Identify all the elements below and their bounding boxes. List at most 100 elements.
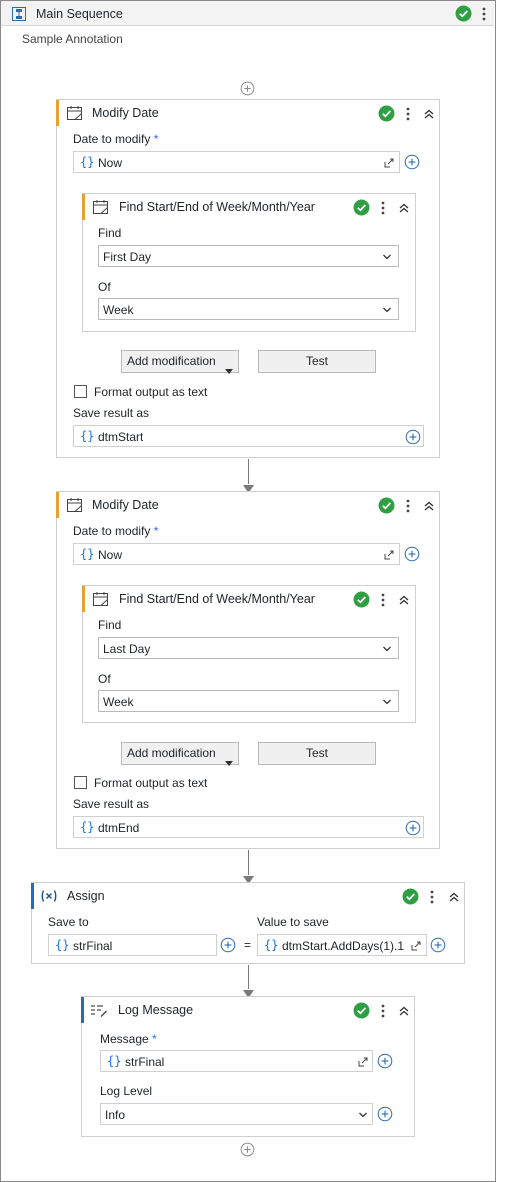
date-to-modify-label-text: Date to modify	[73, 132, 151, 146]
expression-icon: {}	[55, 938, 70, 952]
modify-date-activity-2[interactable]: Modify Date Date to modify * {} Now Find…	[56, 491, 440, 849]
expand-icon[interactable]	[384, 157, 394, 171]
add-circle-icon[interactable]	[377, 1106, 393, 1125]
save-result-field[interactable]: {} dtmStart	[73, 425, 424, 447]
activity-title: Modify Date	[92, 498, 159, 512]
of-label: Of	[98, 280, 111, 294]
add-circle-icon[interactable]	[377, 1053, 393, 1072]
add-activity-button[interactable]	[240, 81, 255, 99]
format-output-checkbox[interactable]	[74, 385, 87, 398]
test-label: Test	[305, 354, 328, 368]
flow-connector	[248, 965, 249, 989]
collapse-icon[interactable]	[423, 108, 435, 123]
log-message-icon	[90, 1003, 108, 1021]
date-to-modify-field[interactable]: {} Now	[73, 543, 400, 565]
of-label: Of	[98, 672, 111, 686]
find-select[interactable]: First Day	[98, 245, 399, 267]
calendar-icon	[66, 105, 83, 124]
collapse-icon[interactable]	[398, 202, 410, 217]
save-to-value: strFinal	[73, 939, 113, 953]
find-select[interactable]: Last Day	[98, 637, 399, 659]
expand-icon[interactable]	[384, 549, 394, 563]
activity-title: Log Message	[118, 1003, 194, 1017]
find-start-end-activity-1[interactable]: Find Start/End of Week/Month/Year Find F…	[82, 193, 416, 332]
collapse-icon[interactable]	[423, 500, 435, 515]
value-to-save-field[interactable]: {} dtmStart.AddDays(1).1	[257, 934, 427, 956]
find-label: Find	[98, 226, 122, 240]
add-circle-icon[interactable]	[404, 546, 420, 565]
find-start-end-activity-2[interactable]: Find Start/End of Week/Month/Year Find L…	[82, 585, 416, 723]
add-circle-icon[interactable]	[220, 937, 236, 956]
activity-accent-bar	[56, 492, 59, 518]
expression-icon: {}	[264, 938, 279, 952]
chevron-down-icon	[382, 696, 392, 710]
date-to-modify-value: Now	[98, 156, 123, 170]
add-circle-icon[interactable]	[404, 154, 420, 173]
add-circle-icon[interactable]	[405, 820, 421, 839]
log-level-value: Info	[105, 1108, 126, 1122]
assign-activity[interactable]: Assign Save to {} strFinal = Value to sa…	[31, 882, 465, 964]
collapse-icon[interactable]	[398, 1005, 410, 1020]
sequence-icon	[11, 6, 27, 25]
more-vertical-icon[interactable]	[405, 106, 411, 125]
find-select-value: Last Day	[103, 642, 151, 656]
test-button[interactable]: Test	[258, 742, 376, 765]
message-label-text: Message	[100, 1032, 149, 1046]
log-message-activity[interactable]: Log Message Message * {} strFinal Log Le…	[81, 996, 415, 1137]
more-vertical-icon[interactable]	[429, 889, 435, 908]
add-circle-icon[interactable]	[405, 429, 421, 448]
add-circle-icon[interactable]	[430, 937, 446, 956]
required-mark: *	[152, 1032, 157, 1046]
message-field[interactable]: {} strFinal	[100, 1050, 373, 1072]
collapse-icon[interactable]	[398, 594, 410, 609]
more-vertical-icon[interactable]	[380, 200, 386, 219]
sequence-annotation: Sample Annotation	[22, 32, 123, 46]
collapse-icon[interactable]	[448, 891, 460, 906]
of-select[interactable]: Week	[98, 690, 399, 712]
success-check-icon	[402, 888, 419, 908]
log-level-label: Log Level	[100, 1084, 153, 1098]
more-vertical-icon[interactable]	[380, 592, 386, 611]
of-select-value: Week	[103, 303, 134, 317]
add-modification-button[interactable]: Add modification	[121, 350, 239, 374]
chevron-down-icon	[358, 1109, 368, 1123]
calendar-icon	[92, 591, 109, 610]
main-sequence-header[interactable]: Main Sequence	[1, 1, 494, 26]
more-vertical-icon[interactable]	[405, 498, 411, 517]
expression-icon: {}	[80, 155, 95, 169]
activity-accent-bar	[31, 883, 34, 909]
modify-date-activity-1[interactable]: Modify Date Date to modify * {} Now Find…	[56, 99, 440, 458]
message-value: strFinal	[125, 1055, 165, 1069]
flow-connector	[248, 459, 249, 484]
add-modification-button[interactable]: Add modification	[121, 742, 239, 766]
date-to-modify-field[interactable]: {} Now	[73, 151, 400, 173]
test-button[interactable]: Test	[258, 350, 376, 373]
add-modification-label: Add modification	[127, 354, 216, 368]
chevron-down-icon	[382, 304, 392, 318]
save-result-value: dtmEnd	[98, 821, 140, 835]
save-to-field[interactable]: {} strFinal	[48, 934, 217, 956]
add-modification-label: Add modification	[127, 746, 216, 760]
save-result-field[interactable]: {} dtmEnd	[73, 816, 424, 838]
log-level-select[interactable]: Info	[100, 1103, 373, 1125]
more-vertical-icon[interactable]	[481, 6, 487, 25]
of-select[interactable]: Week	[98, 298, 399, 320]
caret-down-icon	[225, 752, 233, 773]
activity-title: Modify Date	[92, 106, 159, 120]
required-mark: *	[153, 132, 159, 146]
chevron-down-icon	[382, 643, 392, 657]
find-select-value: First Day	[103, 250, 151, 264]
success-check-icon	[353, 591, 370, 611]
expression-icon: {}	[80, 547, 95, 561]
format-output-checkbox[interactable]	[74, 776, 87, 789]
more-vertical-icon[interactable]	[380, 1003, 386, 1022]
activity-title: Find Start/End of Week/Month/Year	[119, 200, 315, 214]
assign-variable-icon	[40, 889, 58, 906]
success-check-icon	[378, 497, 395, 517]
add-activity-button[interactable]	[240, 1142, 255, 1160]
expand-icon[interactable]	[411, 940, 421, 954]
calendar-icon	[92, 199, 109, 218]
expand-icon[interactable]	[358, 1056, 368, 1070]
save-result-value: dtmStart	[98, 430, 144, 444]
success-check-icon	[353, 199, 370, 219]
